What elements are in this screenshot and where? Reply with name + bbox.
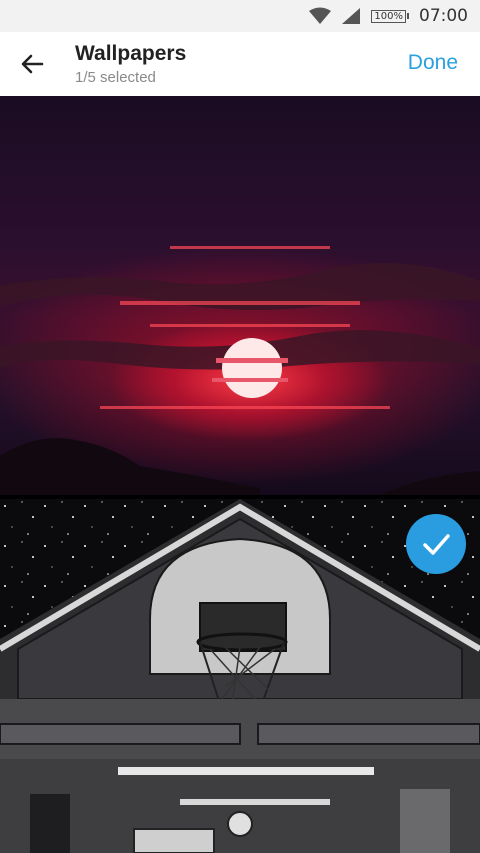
clock: 07:00 (419, 6, 468, 26)
battery-icon: 100% (371, 9, 409, 23)
done-button[interactable]: Done (408, 51, 458, 75)
wallpaper-tile-sunset[interactable] (0, 96, 480, 495)
checkmark-icon (423, 534, 450, 555)
arrow-back-icon[interactable] (16, 48, 48, 80)
page-title: Wallpapers (75, 42, 187, 65)
signal-icon (342, 8, 361, 24)
battery-level: 100% (371, 9, 406, 23)
app-bar: Wallpapers 1/5 selected Done (0, 32, 480, 96)
selected-check-badge[interactable] (406, 514, 466, 574)
status-bar: 100% 07:00 (0, 0, 480, 32)
selection-count: 1/5 selected (75, 69, 156, 86)
wifi-icon (309, 7, 332, 24)
sunset-illustration (0, 246, 480, 495)
